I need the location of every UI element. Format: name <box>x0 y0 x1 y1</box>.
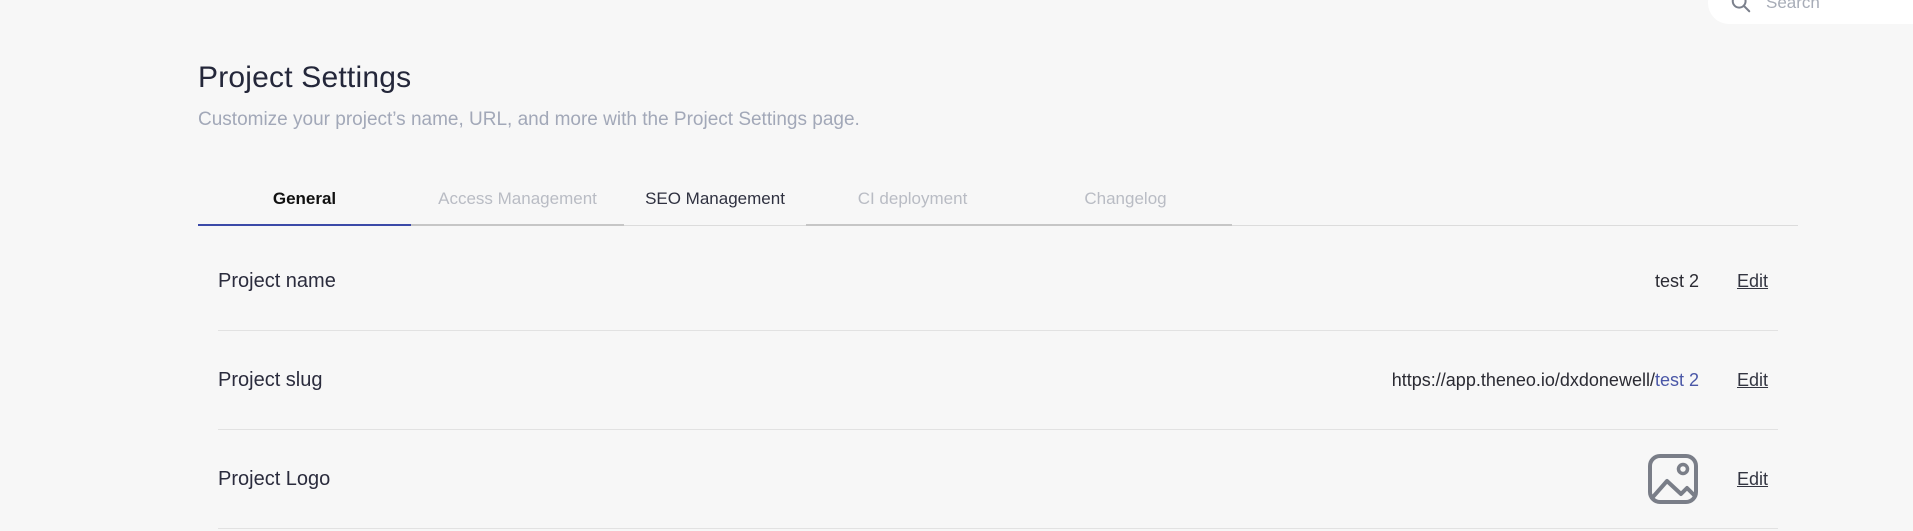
search-icon <box>1731 0 1751 13</box>
project-slug-label: Project slug <box>218 368 323 391</box>
tab-general[interactable]: General <box>198 173 411 226</box>
setting-row-project-logo: Project Logo Edit <box>218 430 1778 529</box>
setting-row-project-name: Project name test 2 Edit <box>218 232 1778 331</box>
project-logo-label: Project Logo <box>218 467 331 490</box>
settings-tabs: General Access Management SEO Management… <box>198 173 1798 226</box>
project-name-label: Project name <box>218 269 336 292</box>
project-slug-text: test 2 <box>1654 369 1699 390</box>
tab-ci-deployment[interactable]: CI deployment <box>806 173 1019 226</box>
page-subtitle: Customize your project’s name, URL, and … <box>198 109 860 130</box>
project-slug-url-prefix: https://app.theneo.io/dxdonewell/ <box>1391 369 1655 390</box>
project-slug-value: https://app.theneo.io/dxdonewell/ test 2 <box>1392 370 1699 391</box>
edit-project-slug-link[interactable]: Edit <box>1737 370 1768 391</box>
image-placeholder-icon <box>1648 454 1698 504</box>
edit-project-logo-link[interactable]: Edit <box>1737 469 1768 490</box>
tab-changelog[interactable]: Changelog <box>1019 173 1232 226</box>
tab-access-management[interactable]: Access Management <box>411 173 624 226</box>
edit-project-name-link[interactable]: Edit <box>1737 271 1768 292</box>
search-bar[interactable] <box>1708 0 1913 24</box>
tab-seo-management[interactable]: SEO Management <box>624 173 806 226</box>
project-name-value: test 2 <box>1654 270 1699 291</box>
page-title: Project Settings <box>198 61 412 94</box>
search-input[interactable] <box>1766 0 1913 13</box>
project-logo-value <box>1647 453 1699 505</box>
setting-row-project-slug: Project slug https://app.theneo.io/dxdon… <box>218 331 1778 430</box>
